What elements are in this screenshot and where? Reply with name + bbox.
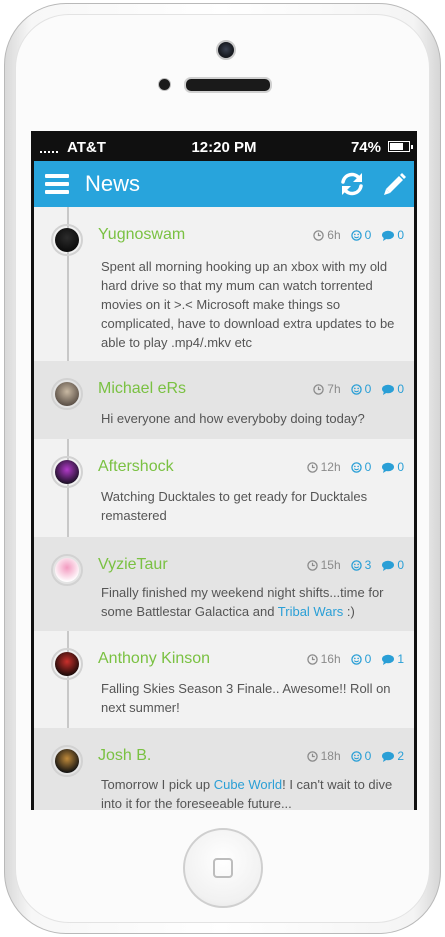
post-body: Finally finished my weekend night shifts… <box>101 583 396 621</box>
post-meta: 15h 3 0 <box>306 558 404 572</box>
page-title: News <box>85 171 141 196</box>
post-meta: 18h 0 2 <box>306 749 404 763</box>
clock-icon <box>306 750 318 762</box>
avatar[interactable] <box>51 648 83 680</box>
avatar-image <box>55 558 79 582</box>
menu-icon[interactable] <box>45 174 69 194</box>
post-username[interactable]: VyzieTaur <box>98 556 168 574</box>
refresh-icon[interactable] <box>338 170 366 198</box>
comments-count[interactable]: 1 <box>397 652 404 666</box>
avatar-image <box>55 652 79 676</box>
smiley-icon[interactable] <box>350 750 362 762</box>
post-age: 6h <box>327 228 341 242</box>
post-item[interactable]: Michael eRs 7h 0 0 Hi everyone and how every… <box>34 361 414 439</box>
screen: AT&T 12:20 PM 74% News Yugnoswam 6h 0 0 … <box>31 131 417 810</box>
comments-count[interactable]: 2 <box>397 749 404 763</box>
earpiece-speaker <box>184 77 272 93</box>
battery-icon <box>388 141 413 152</box>
comments-count[interactable]: 0 <box>397 228 404 242</box>
likes-count[interactable]: 0 <box>365 460 372 474</box>
post-item[interactable]: Anthony Kinson 16h 0 1 Falling Skies Season … <box>34 631 414 728</box>
post-username[interactable]: Michael eRs <box>98 380 186 398</box>
speech-bubble-icon[interactable] <box>382 462 395 473</box>
avatar[interactable] <box>51 554 83 586</box>
speech-bubble-icon[interactable] <box>382 560 395 571</box>
post-link[interactable]: Tribal Wars <box>278 604 343 619</box>
post-item[interactable]: Aftershock 12h 0 0 Watching Ducktales to get… <box>34 439 414 537</box>
post-age: 16h <box>320 652 341 666</box>
comments-count[interactable]: 0 <box>397 558 404 572</box>
avatar-image <box>55 460 79 484</box>
avatar[interactable] <box>51 224 83 256</box>
post-username[interactable]: Anthony Kinson <box>98 650 210 668</box>
post-body: Spent all morning hooking up an xbox wit… <box>101 257 396 352</box>
smiley-icon[interactable] <box>350 559 362 571</box>
post-body: Hi everyone and how everyboby doing toda… <box>101 409 396 428</box>
proximity-sensor <box>158 78 171 91</box>
clock-icon <box>306 653 318 665</box>
post-username[interactable]: Yugnoswam <box>98 226 185 244</box>
post-text: Tomorrow I pick up <box>101 777 214 792</box>
smiley-icon[interactable] <box>350 461 362 473</box>
post-meta: 6h 0 0 <box>313 228 404 242</box>
clock-icon <box>313 229 324 241</box>
post-age: 18h <box>320 749 341 763</box>
battery-percent: 74% <box>350 139 381 156</box>
home-square-icon <box>213 858 233 878</box>
clock-icon <box>313 383 324 395</box>
smiley-icon[interactable] <box>350 383 362 395</box>
avatar[interactable] <box>51 745 83 777</box>
avatar-image <box>55 749 79 773</box>
post-text: Spent all morning hooking up an xbox wit… <box>101 259 395 350</box>
post-age: 7h <box>327 382 341 396</box>
avatar[interactable] <box>51 456 83 488</box>
speech-bubble-icon[interactable] <box>382 230 395 241</box>
post-username[interactable]: Josh B. <box>98 747 151 765</box>
post-item[interactable]: VyzieTaur 15h 3 0 Finally finished my weeken… <box>34 537 414 631</box>
avatar[interactable] <box>51 378 83 410</box>
post-meta: 16h 0 1 <box>306 652 404 666</box>
post-age: 12h <box>320 460 341 474</box>
app-header: News <box>34 161 414 207</box>
post-text: :) <box>343 604 355 619</box>
post-link[interactable]: Cube World <box>214 777 282 792</box>
speech-bubble-icon[interactable] <box>382 384 395 395</box>
status-bar: AT&T 12:20 PM 74% <box>31 131 417 161</box>
comments-count[interactable]: 0 <box>397 382 404 396</box>
battery-level <box>390 143 403 150</box>
post-text: Falling Skies Season 3 Finale.. Awesome!… <box>101 681 391 715</box>
post-text: Hi everyone and how everyboby doing toda… <box>101 411 365 426</box>
avatar-image <box>55 382 79 406</box>
comments-count[interactable]: 0 <box>397 460 404 474</box>
post-body: Watching Ducktales to get ready for Duck… <box>101 487 396 525</box>
smiley-icon[interactable] <box>350 229 362 241</box>
pencil-icon[interactable] <box>379 170 407 198</box>
likes-count[interactable]: 0 <box>365 382 372 396</box>
news-feed: Yugnoswam 6h 0 0 Spent all morning hooking u… <box>34 207 414 810</box>
post-item[interactable]: Josh B. 18h 0 2 Tomorrow I pick up Cube Worl… <box>34 728 414 810</box>
avatar-image <box>55 228 79 252</box>
likes-count[interactable]: 0 <box>365 652 372 666</box>
post-body: Falling Skies Season 3 Finale.. Awesome!… <box>101 679 396 717</box>
home-button[interactable] <box>183 828 263 908</box>
likes-count[interactable]: 0 <box>365 749 372 763</box>
clock-icon <box>306 559 318 571</box>
clock-icon <box>306 461 318 473</box>
front-camera <box>216 40 236 60</box>
post-text: Watching Ducktales to get ready for Duck… <box>101 489 368 523</box>
post-item[interactable]: Yugnoswam 6h 0 0 Spent all morning hooking u… <box>34 207 414 361</box>
speech-bubble-icon[interactable] <box>382 654 395 665</box>
post-age: 15h <box>320 558 341 572</box>
post-meta: 12h 0 0 <box>306 460 404 474</box>
likes-count[interactable]: 3 <box>365 558 372 572</box>
speech-bubble-icon[interactable] <box>382 751 395 762</box>
smiley-icon[interactable] <box>350 653 362 665</box>
post-username[interactable]: Aftershock <box>98 458 174 476</box>
likes-count[interactable]: 0 <box>365 228 372 242</box>
post-meta: 7h 0 0 <box>313 382 404 396</box>
post-body: Tomorrow I pick up Cube World! I can't w… <box>101 775 396 810</box>
